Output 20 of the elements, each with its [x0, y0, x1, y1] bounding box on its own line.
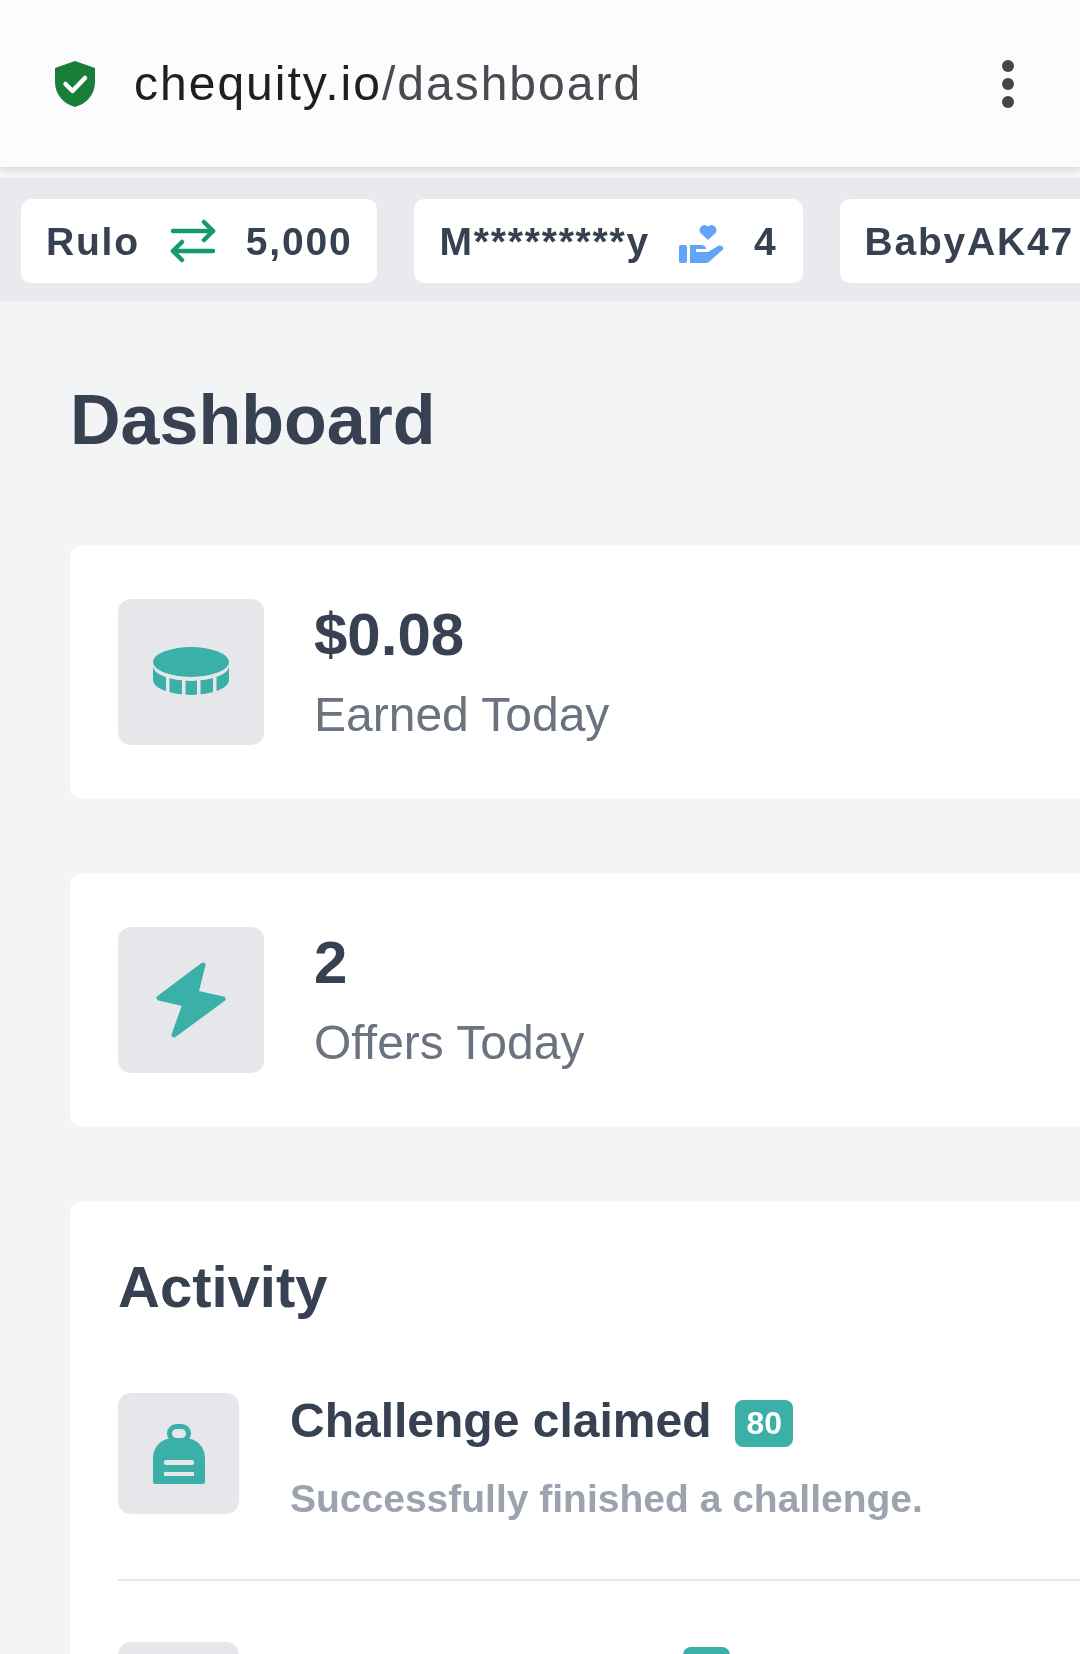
- menu-icon[interactable]: [1002, 59, 1014, 108]
- shield-check-icon: [53, 59, 97, 108]
- stat-value: 2: [314, 933, 348, 993]
- stat-label: Offers Today: [314, 1019, 585, 1067]
- activity-title: Challenge claimed: [290, 1397, 712, 1445]
- username: Rulo: [46, 221, 140, 261]
- points-badge: 80: [735, 1400, 794, 1447]
- stat-label: Earned Today: [314, 691, 610, 739]
- stat-value: $0.08: [314, 605, 465, 665]
- username: BabyAK47: [864, 221, 1075, 261]
- url-text[interactable]: chequity.io/dashboard: [134, 56, 643, 111]
- lightning-bolt-icon: [118, 927, 264, 1073]
- amount: 5,000: [245, 221, 353, 261]
- coin-icon: [118, 599, 264, 745]
- page-title: Dashboard: [70, 385, 436, 455]
- swap-arrows-icon: [168, 219, 217, 263]
- activity-description: Successfully finished a challenge.: [290, 1479, 923, 1518]
- backpack-icon: [118, 1393, 239, 1514]
- username: M*********y: [439, 221, 651, 261]
- amount: 4: [754, 221, 778, 261]
